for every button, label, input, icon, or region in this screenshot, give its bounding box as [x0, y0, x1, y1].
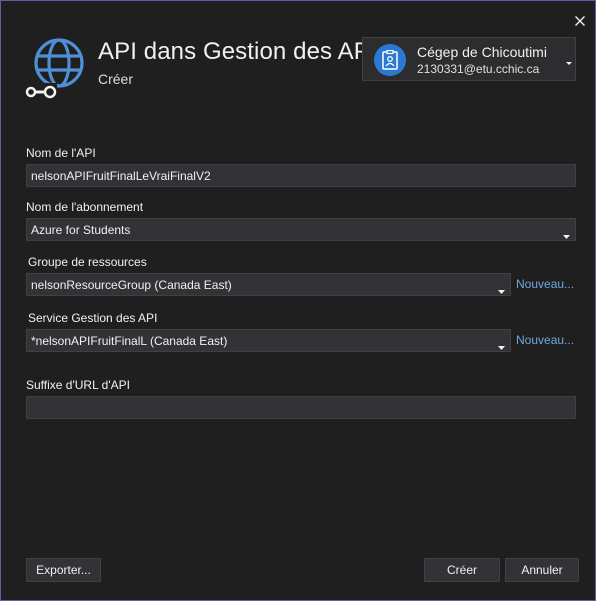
chevron-down-icon — [565, 54, 573, 65]
chevron-down-icon — [563, 228, 570, 239]
api-name-label: Nom de l'API — [26, 146, 96, 160]
api-globe-icon — [25, 37, 89, 101]
close-icon[interactable] — [570, 11, 590, 31]
create-button[interactable]: Créer — [424, 558, 500, 582]
account-email: 2130331@etu.cchic.ca — [417, 62, 540, 76]
chevron-down-icon — [498, 283, 505, 294]
new-resource-group-link[interactable]: Nouveau... — [516, 277, 574, 291]
new-apim-service-link[interactable]: Nouveau... — [516, 333, 574, 347]
subscription-value: Azure for Students — [31, 222, 131, 237]
publish-dialog: API dans Gestion des API Créer Cégep de … — [0, 0, 596, 601]
subscription-select[interactable]: Azure for Students — [26, 218, 576, 241]
resource-group-label: Groupe de ressources — [28, 255, 147, 269]
apim-service-select[interactable]: *nelsonAPIFruitFinalL (Canada East) — [26, 329, 511, 352]
account-name: Cégep de Chicoutimi — [417, 44, 547, 60]
chevron-down-icon — [498, 339, 505, 350]
api-name-input[interactable]: nelsonAPIFruitFinalLeVraiFinalV2 — [26, 164, 576, 187]
account-selector[interactable]: Cégep de Chicoutimi 2130331@etu.cchic.ca — [362, 37, 576, 81]
url-suffix-input[interactable] — [26, 396, 576, 419]
apim-service-label: Service Gestion des API — [28, 311, 158, 325]
resource-group-select[interactable]: nelsonResourceGroup (Canada East) — [26, 273, 511, 296]
subscription-label: Nom de l'abonnement — [26, 200, 144, 214]
url-suffix-label: Suffixe d'URL d'API — [26, 378, 130, 392]
badge-icon — [374, 44, 406, 76]
export-button[interactable]: Exporter... — [26, 558, 101, 582]
dialog-subtitle: Créer — [98, 71, 134, 87]
apim-service-value: *nelsonAPIFruitFinalL (Canada East) — [31, 333, 228, 348]
cancel-button[interactable]: Annuler — [505, 558, 579, 582]
dialog-title: API dans Gestion des API — [98, 38, 377, 65]
resource-group-value: nelsonResourceGroup (Canada East) — [31, 277, 232, 292]
